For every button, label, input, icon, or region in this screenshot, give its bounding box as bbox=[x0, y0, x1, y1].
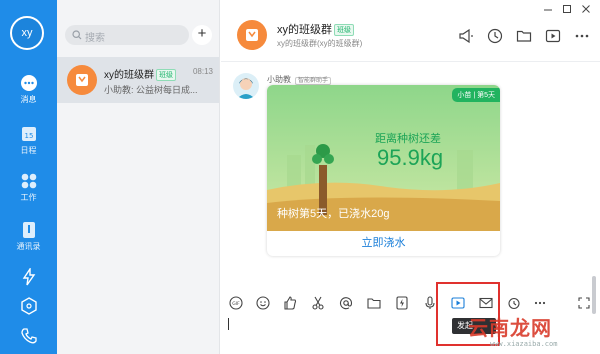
megaphone-icon[interactable] bbox=[458, 28, 474, 44]
chat-title-text: xy的班级群 bbox=[277, 24, 332, 36]
lightning-doc-icon[interactable] bbox=[395, 296, 409, 310]
conversation-time: 08:13 bbox=[192, 67, 213, 76]
sender-avatar bbox=[233, 73, 259, 99]
close-icon[interactable] bbox=[581, 4, 591, 14]
chat-bubble-icon bbox=[20, 75, 37, 91]
scissors-icon[interactable] bbox=[311, 296, 325, 310]
clock-icon[interactable] bbox=[487, 28, 503, 44]
distance-label: 距离种树还差 bbox=[375, 133, 441, 145]
conversation-list: 搜索 + xy的班级群 班级 08:13 小助教: 公益树每日成... bbox=[57, 0, 220, 354]
chat-body: 小助教 智能群助手 小苗 | 第5天 距离种树还差 95.9kg 种树第5天，已浇… bbox=[221, 63, 600, 290]
thumbs-up-icon[interactable] bbox=[283, 296, 297, 310]
microphone-icon[interactable] bbox=[423, 296, 437, 310]
nav-label: 日程 bbox=[20, 146, 37, 155]
text-caret bbox=[228, 318, 229, 330]
nav-label: 工作 bbox=[20, 193, 37, 202]
add-button[interactable]: + bbox=[192, 25, 212, 45]
search-icon bbox=[72, 30, 82, 40]
sender-name-text: 小助教 bbox=[267, 75, 291, 84]
more-icon[interactable] bbox=[574, 28, 590, 44]
play-video-icon[interactable] bbox=[545, 28, 561, 44]
group-avatar bbox=[237, 20, 267, 50]
search-input[interactable]: 搜索 bbox=[65, 25, 189, 45]
calendar-badge: 15 bbox=[24, 132, 33, 140]
gif-icon[interactable]: GIF bbox=[229, 296, 243, 310]
nav-item-cube[interactable] bbox=[0, 297, 57, 315]
water-now-button[interactable]: 立即浇水 bbox=[267, 231, 500, 256]
more-icon[interactable] bbox=[533, 296, 547, 310]
cube-icon bbox=[20, 297, 37, 315]
svg-text:GIF: GIF bbox=[232, 301, 240, 307]
lightning-icon bbox=[22, 268, 35, 286]
class-tag: 班级 bbox=[334, 24, 354, 36]
group-avatar bbox=[67, 65, 97, 95]
contacts-icon bbox=[22, 222, 35, 238]
folder-icon[interactable] bbox=[367, 296, 381, 310]
nav-label: 消息 bbox=[20, 95, 37, 104]
chat-header: xy的班级群 班级 xy的班级群(xy的班级群) bbox=[221, 0, 600, 62]
nav-item-calendar[interactable]: 15 日程 bbox=[0, 125, 57, 156]
user-avatar[interactable]: xy bbox=[10, 16, 44, 50]
folder-icon[interactable] bbox=[516, 28, 532, 44]
group-logo-icon bbox=[76, 74, 88, 86]
apps-grid-icon bbox=[21, 173, 36, 189]
assistant-avatar-icon bbox=[237, 78, 255, 99]
expand-icon[interactable] bbox=[577, 296, 591, 310]
search-placeholder: 搜索 bbox=[85, 33, 105, 44]
nav-item-phone[interactable] bbox=[0, 327, 57, 345]
nav-item-messages[interactable]: 消息 bbox=[0, 74, 57, 105]
tree-status: 种树第5天，已浇水20g bbox=[277, 208, 390, 220]
group-logo-icon bbox=[246, 29, 258, 41]
watermark-url: www.xiazaiba.com bbox=[490, 340, 558, 348]
distance-value: 95.9kg bbox=[377, 145, 444, 170]
class-tag: 班级 bbox=[156, 69, 176, 81]
minimize-icon[interactable] bbox=[543, 4, 553, 14]
maximize-icon[interactable] bbox=[562, 4, 572, 14]
conversation-preview: 小助教: 公益树每日成... bbox=[104, 85, 198, 95]
alarm-icon[interactable] bbox=[507, 296, 521, 310]
nav-item-lightning[interactable] bbox=[0, 268, 57, 286]
calendar-icon: 15 bbox=[21, 127, 36, 141]
scrollbar[interactable] bbox=[592, 276, 596, 314]
chat-subtitle: xy的班级群(xy的班级群) bbox=[277, 39, 363, 48]
watermark-brand: 云南龙网 bbox=[468, 316, 552, 340]
emoji-icon[interactable] bbox=[256, 296, 270, 310]
conversation-item[interactable]: xy的班级群 班级 08:13 小助教: 公益树每日成... bbox=[57, 57, 219, 103]
at-icon[interactable] bbox=[339, 296, 353, 310]
nav-item-work[interactable]: 工作 bbox=[0, 172, 57, 203]
left-nav: xy 消息 15 日程 工作 通讯录 bbox=[0, 0, 57, 354]
stage-badge: 小苗 | 第5天 bbox=[452, 88, 500, 102]
chat-title: xy的班级群 班级 bbox=[277, 21, 354, 37]
conversation-title: xy的班级群 bbox=[104, 70, 154, 81]
phone-icon bbox=[20, 328, 37, 344]
nav-label: 通讯录 bbox=[16, 242, 41, 251]
sender-name: 小助教 智能群助手 bbox=[267, 74, 332, 85]
conversation-name: xy的班级群 班级 bbox=[104, 66, 176, 81]
nav-item-contacts[interactable]: 通讯录 bbox=[0, 221, 57, 252]
sender-tag: 智能群助手 bbox=[295, 77, 332, 85]
tree-card[interactable]: 小苗 | 第5天 距离种树还差 95.9kg 种树第5天，已浇水20g 立即浇水 bbox=[267, 85, 500, 256]
